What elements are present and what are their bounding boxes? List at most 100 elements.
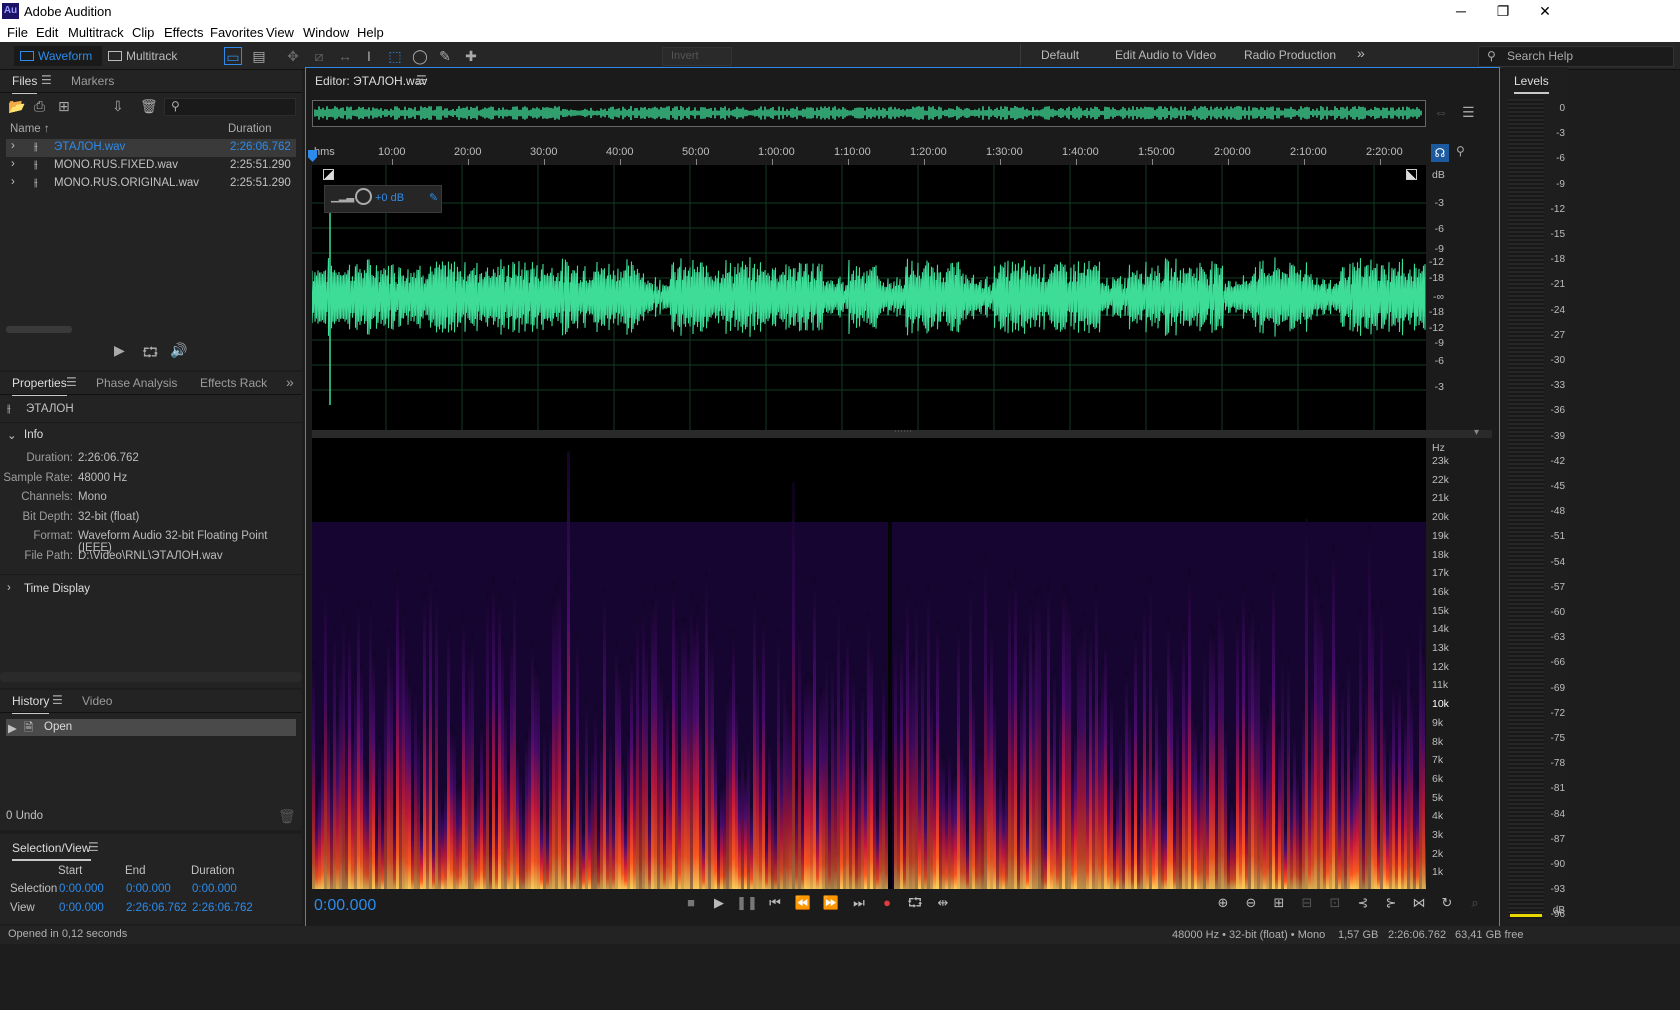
insert-into-multitrack-icon[interactable]: ⇩ [112,98,124,115]
headphones-icon[interactable]: ☊ [1431,144,1449,162]
selection-start-value[interactable]: 0:00.000 [59,883,104,895]
zoom-out-full-icon[interactable]: ⊱ [1380,894,1402,912]
menu-favorites[interactable]: Favorites [210,25,263,40]
horizontal-scrollbar[interactable] [0,672,302,682]
pane-divider[interactable]: ⋯⋯ ▾ [312,426,1492,438]
gain-value[interactable]: +0 dB [375,192,404,204]
marquee-tool-icon[interactable]: ⬚ [386,47,404,65]
open-file-icon[interactable]: 📂 [8,98,25,115]
time-ruler[interactable]: hms 10:00 20:00 30:00 40:00 50:00 1:00:00 1:10… [312,143,1426,165]
current-time-display[interactable]: 0:00.000 [314,897,376,915]
play-button[interactable]: ▶ [708,894,730,912]
tab-markers[interactable]: Markers [71,74,114,88]
panel-menu-icon[interactable]: ☰ [66,375,77,389]
zoom-in-point-icon[interactable]: ⊰ [1352,894,1374,912]
zoom-out-all-icon[interactable]: ⋈ [1408,894,1430,912]
tab-phase-analysis[interactable]: Phase Analysis [96,376,177,390]
zoom-reset-icon[interactable]: ↻ [1436,894,1458,912]
play-preview-icon[interactable]: ▶ [114,342,125,359]
panel-menu-icon[interactable]: ☰ [88,840,99,854]
waveform-view-button[interactable]: Waveform [14,46,103,66]
skip-selection-button[interactable]: ⇹ [932,894,954,912]
editor-title[interactable]: Editor: ЭТАЛОН.wav [315,74,427,88]
menu-multitrack[interactable]: Multitrack [68,25,124,40]
rewind-button[interactable]: ⏪ [792,894,814,912]
zoom-to-selection-icon[interactable]: ⇔ [1434,104,1448,120]
loop-playback-button[interactable]: ⮔ [904,894,926,912]
workspace-edit-audio-to-video[interactable]: Edit Audio to Video [1115,48,1216,62]
tab-effects-rack[interactable]: Effects Rack [200,376,267,390]
previous-button[interactable]: ⏮ [764,894,786,912]
invert-button[interactable]: Invert [662,47,732,66]
column-name-header[interactable]: Name ↑ [10,123,50,135]
record-button[interactable]: ● [876,894,898,912]
collapse-arrow-icon[interactable]: ▾ [1474,427,1479,438]
lasso-tool-icon[interactable]: ◯ [411,47,429,65]
move-tool-icon[interactable]: ✥ [284,47,302,65]
menu-effects[interactable]: Effects [164,25,204,40]
time-selection-tool-icon[interactable]: I [360,47,378,65]
fade-out-handle-icon[interactable] [1406,169,1417,180]
menu-file[interactable]: File [7,25,28,40]
expand-chevron-icon[interactable]: › [11,158,15,170]
workspace-default[interactable]: Default [1041,48,1079,62]
zoom-selection-icon[interactable]: ⌕ [1464,894,1486,912]
multitrack-view-button[interactable]: Multitrack [102,46,187,66]
expand-chevron-icon[interactable]: › [11,140,15,152]
collapse-chevron-icon[interactable]: ⌄ [7,428,17,442]
tab-history[interactable]: History [12,694,50,714]
spot-healing-tool-icon[interactable]: ✚ [462,47,480,65]
fade-in-handle-icon[interactable] [323,169,334,180]
zoom-in-time-icon[interactable]: ⊞ [1268,894,1290,912]
panel-menu-icon[interactable]: ☰ [41,73,52,87]
more-workspaces-icon[interactable]: » [1357,45,1365,61]
import-file-icon[interactable]: ⎙ [34,98,45,115]
pause-button[interactable]: ❚❚ [736,894,758,912]
menu-clip[interactable]: Clip [132,25,154,40]
selection-duration-value[interactable]: 0:00.000 [192,883,237,895]
razor-tool-icon[interactable]: ⧄ [310,47,328,65]
spectral-display-icon[interactable]: ▤ [250,47,268,65]
auto-play-icon[interactable]: 🔊 [170,342,187,359]
restore-button[interactable]: ❐ [1480,0,1526,22]
list-item[interactable]: › ⫲ MONO.RUS.FIXED.wav 2:25:51.290 [6,157,296,175]
zoom-in-amplitude-icon[interactable]: ⊕ [1212,894,1234,912]
gain-knob[interactable] [355,188,372,205]
panel-menu-icon[interactable]: ☰ [416,73,427,87]
stop-button[interactable]: ■ [680,894,702,912]
view-end-value[interactable]: 2:26:06.762 [126,902,187,914]
menu-view[interactable]: View [266,25,294,40]
list-item[interactable]: › ⫲ ЭТАЛОН.wav 2:26:06.762 [6,139,296,157]
close-file-icon[interactable]: 🗑 [140,98,158,115]
waveform-display[interactable]: ▁▂▃ +0 dB ✎ [312,165,1426,430]
expand-chevron-icon[interactable]: › [7,582,11,594]
menu-edit[interactable]: Edit [36,25,58,40]
pin-icon[interactable]: ⚲ [1456,144,1465,158]
zoom-out-time-icon[interactable]: ⊟ [1296,894,1318,912]
view-start-value[interactable]: 0:00.000 [59,902,104,914]
fast-forward-button[interactable]: ⏩ [820,894,842,912]
spectral-display[interactable] [312,438,1426,889]
close-button[interactable]: ✕ [1522,0,1568,22]
zoom-out-amplitude-icon[interactable]: ⊖ [1240,894,1262,912]
delete-history-icon[interactable]: 🗑 [278,808,296,825]
waveform-display-icon[interactable]: ▭ [224,47,242,65]
files-search-input[interactable]: ⚲ [164,98,296,116]
menu-window[interactable]: Window [303,25,349,40]
history-item[interactable]: ▶ 🗎 Open [6,719,296,736]
horizontal-scrollbar[interactable] [6,326,72,333]
tab-selection-view[interactable]: Selection/View [12,841,91,861]
view-duration-value[interactable]: 2:26:06.762 [192,902,253,914]
expand-chevron-icon[interactable]: › [11,176,15,188]
tab-levels[interactable]: Levels [1514,74,1549,94]
overview-bar[interactable] [312,100,1426,127]
list-item[interactable]: › ⫲ MONO.RUS.ORIGINAL.wav 2:25:51.290 [6,175,296,193]
next-button[interactable]: ⏭ [848,894,870,912]
selection-end-value[interactable]: 0:00.000 [126,883,171,895]
time-display-section-header[interactable]: Time Display [24,583,90,595]
tab-files[interactable]: Files [12,74,38,94]
slip-tool-icon[interactable]: ↔ [336,47,354,65]
new-file-icon[interactable]: ⊞ [58,98,70,115]
minimize-button[interactable]: ─ [1438,0,1484,22]
workspace-radio-production[interactable]: Radio Production [1244,48,1336,62]
